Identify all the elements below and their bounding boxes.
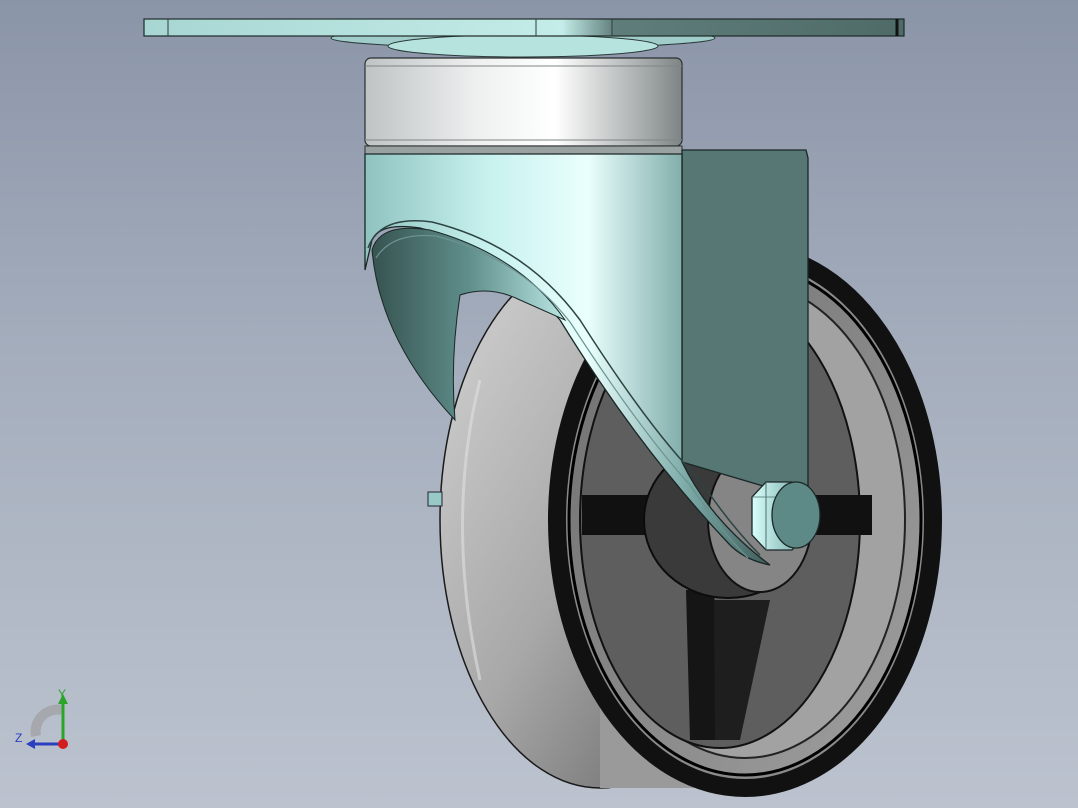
caster-wheel-model[interactable] <box>0 0 1078 808</box>
triad-y-label: Y <box>58 687 67 701</box>
swivel-bearing[interactable] <box>364 57 683 155</box>
graphics-viewport[interactable]: Y Z <box>0 0 1078 808</box>
orientation-triad: Y Z <box>12 688 76 752</box>
axle-bolt[interactable] <box>751 481 821 551</box>
triad-z-label: Z <box>15 731 23 745</box>
mount-plate[interactable] <box>143 18 905 58</box>
